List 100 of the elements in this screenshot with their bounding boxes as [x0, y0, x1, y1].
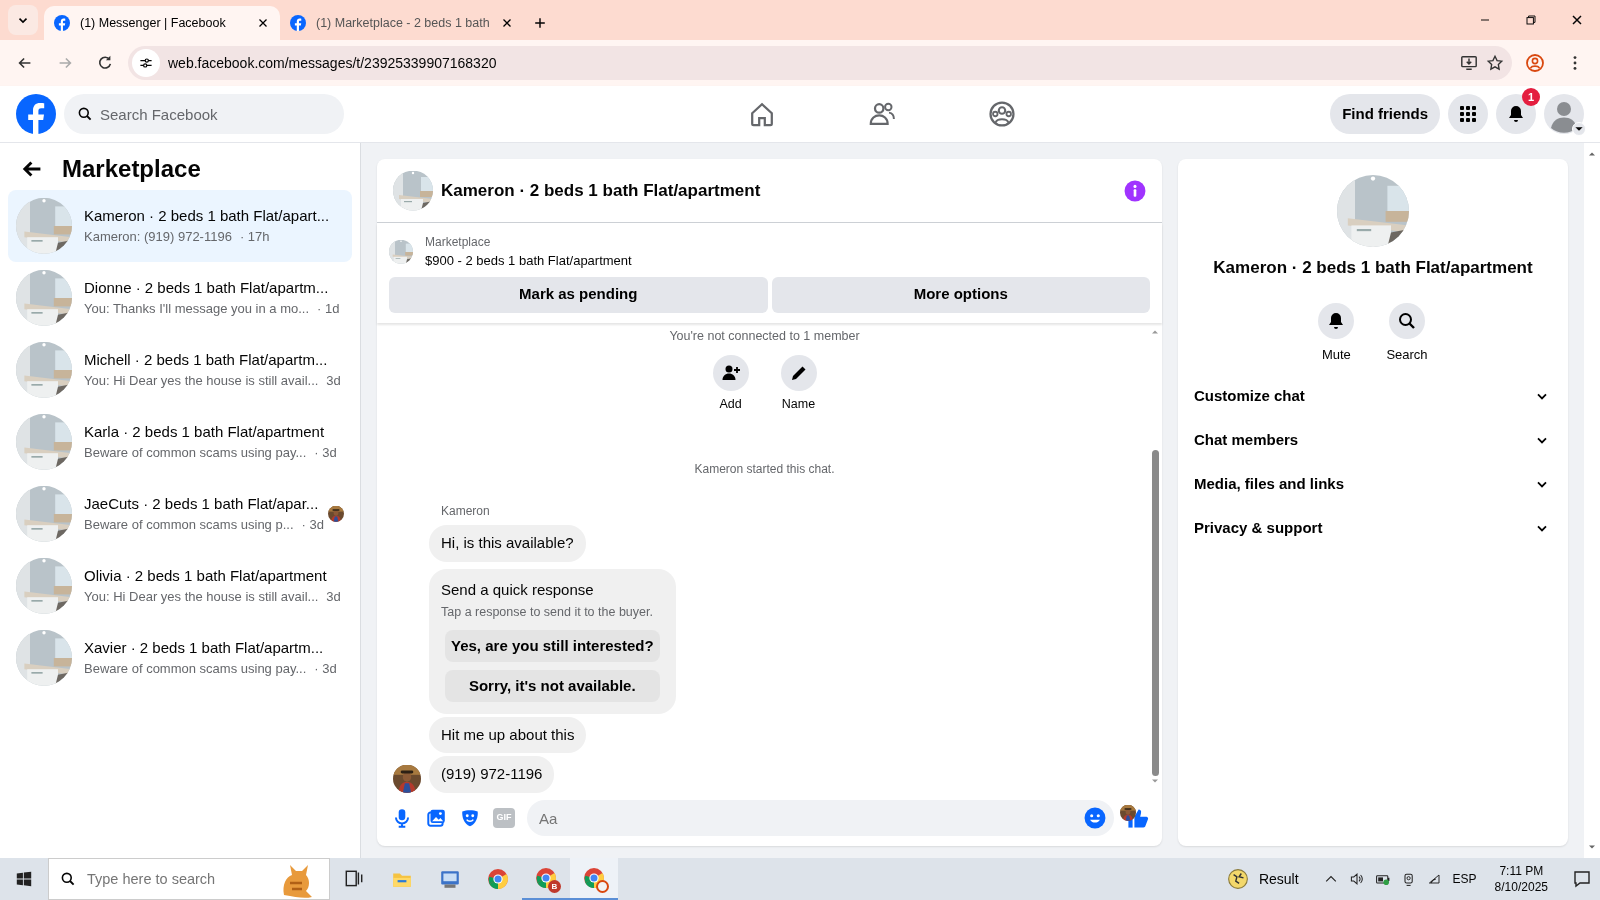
mute-button[interactable] [1318, 302, 1355, 339]
timestamp: 3d [326, 372, 341, 391]
message-input[interactable]: Aa [527, 800, 1114, 836]
profile-icon[interactable] [1525, 53, 1545, 73]
message-bubble: (919) 972-1196 [429, 756, 555, 793]
chat-list-item[interactable]: Olivia · 2 beds 1 bath Flat/apartment You: Hi Dear yes the house is still avail... 3d [8, 549, 352, 622]
conversation-name: Kameron · 2 beds 1 bath Flat/apartment [1213, 257, 1533, 279]
emoji-icon[interactable] [1084, 807, 1106, 829]
chat-list-item[interactable]: Karla · 2 beds 1 bath Flat/apartment Beware of common scams using pay... · 3d [8, 405, 352, 478]
section-toggle[interactable]: Chat members [1194, 418, 1552, 462]
add-person-button[interactable] [712, 355, 749, 392]
bell-icon [1506, 104, 1526, 124]
chat-title: Kameron · 2 beds 1 bath Flat/apartment [441, 179, 762, 202]
monitor-icon [439, 868, 461, 890]
address-bar[interactable]: web.facebook.com/messages/t/23925339907168320 [128, 46, 1512, 80]
button-label: Search [1386, 345, 1428, 364]
notification-badge: 1 [1522, 88, 1540, 106]
notifications-button[interactable] [1496, 94, 1536, 134]
message-preview: Beware of common scams using p... [84, 516, 294, 535]
chat-title: Kameron · 2 beds 1 bath Flat/apart... [84, 205, 331, 226]
browser-icon [583, 867, 605, 889]
search-field[interactable]: Search Facebook [64, 94, 344, 134]
search-icon [1397, 310, 1417, 331]
quick-reply-button[interactable]: Yes, are you still interested? [445, 629, 660, 662]
sidebar-title: Marketplace [62, 155, 201, 184]
chat-title: Dionne · 2 beds 1 bath Flat/apartm... [84, 277, 330, 298]
chat-title: Karla · 2 beds 1 bath Flat/apartment [84, 421, 326, 442]
clock-date[interactable]: 8/10/2025 [1494, 879, 1548, 896]
message-preview: Beware of common scams using pay... [84, 444, 307, 463]
chat-list-item[interactable]: Michell · 2 beds 1 bath Flat/apartm... You: Hi Dear yes the house is still avail... 3d [8, 333, 352, 406]
start-icon[interactable] [15, 870, 33, 888]
weather-icon[interactable] [1226, 868, 1249, 890]
search-icon [77, 106, 93, 122]
message-preview: You: Hi Dear yes the house is still avail... [84, 372, 319, 391]
friends-icon[interactable] [868, 100, 897, 128]
timestamp: · 3d [314, 444, 337, 463]
system-message: Kameron started this chat. [693, 461, 836, 478]
button-label: Add [719, 396, 742, 414]
sticker-icon[interactable] [459, 807, 481, 829]
menu-button[interactable] [1448, 94, 1488, 134]
quick-response-hint: Tap a response to send it to the buyer. [441, 604, 654, 621]
sender-name: Kameron [441, 503, 491, 520]
image-icon[interactable] [425, 807, 447, 829]
timestamp: · 3d [314, 660, 337, 679]
logo-icon[interactable] [16, 94, 56, 134]
notice-text: You're not connected to 1 member [668, 327, 861, 345]
action-button[interactable]: More options [771, 276, 1150, 313]
listing-label: Marketplace [425, 234, 492, 251]
timestamp: · 1d [317, 300, 340, 319]
site-settings-icon[interactable] [138, 55, 154, 71]
button-label: Mute [1321, 345, 1351, 364]
search-button[interactable] [1389, 302, 1425, 339]
language-indicator[interactable]: ESP [1452, 870, 1477, 888]
caret-icon[interactable] [1572, 122, 1586, 136]
section-toggle[interactable]: Media, files and links [1194, 462, 1552, 506]
chat-title: JaeCuts · 2 beds 1 bath Flat/apar... [84, 493, 316, 514]
volume-icon[interactable] [1348, 871, 1365, 887]
timestamp: · 3d [301, 516, 324, 535]
message-preview: You: Thanks I'll message you in a mo... [84, 300, 310, 319]
chat-list-item[interactable]: Dionne · 2 beds 1 bath Flat/apartm... You: Thanks I'll message you in a mo... · 1d [8, 261, 352, 334]
groups-icon[interactable] [988, 100, 1017, 128]
section-toggle[interactable]: Privacy & support [1194, 506, 1552, 550]
button-label: Name [781, 396, 816, 414]
chat-title: Michell · 2 beds 1 bath Flat/apartm... [84, 349, 329, 370]
tab-favicon-icon [54, 15, 70, 31]
reload-icon[interactable] [96, 54, 114, 72]
chat-title: Xavier · 2 beds 1 bath Flat/apartm... [84, 637, 325, 658]
message-preview: You: Hi Dear yes the house is still avail... [84, 588, 319, 607]
chat-list-item[interactable]: Xavier · 2 beds 1 bath Flat/apartm... Beware of common scams using pay... · 3d [8, 621, 352, 694]
message-bubble: Hit me up about this [429, 716, 587, 754]
timestamp: · 17h [239, 228, 270, 247]
taskbar-search-field[interactable]: Type here to search [48, 858, 330, 900]
chat-list-item[interactable]: JaeCuts · 2 beds 1 bath Flat/apar... Beware of common scams using p... · 3d [8, 477, 352, 550]
clock-time[interactable]: 7:11 PM [1494, 862, 1548, 879]
network-icon[interactable] [1426, 871, 1443, 887]
find-friends-button[interactable]: Find friends [1330, 94, 1440, 134]
message-preview: Kameron: (919) 972-1196 [84, 228, 232, 247]
chat-list-item[interactable]: Kameron · 2 beds 1 bath Flat/apart... Kameron: (919) 972-1196 · 17h [8, 189, 352, 262]
browser-icon [487, 868, 509, 890]
notifications-icon[interactable] [1572, 869, 1592, 889]
browser-tab[interactable]: (1) Messenger | Facebook [44, 6, 280, 40]
install-icon[interactable] [1460, 54, 1478, 72]
profile-badge: B [548, 880, 561, 893]
browser-icon [535, 867, 557, 889]
bookmark-star-icon[interactable] [1486, 54, 1504, 72]
edit-button[interactable] [780, 355, 817, 392]
message-bubble: Hi, is this available? [429, 525, 586, 562]
chat-title: Olivia · 2 beds 1 bath Flat/apartment [84, 565, 328, 586]
profile-badge-icon [596, 880, 609, 893]
restore-icon[interactable] [1523, 12, 1539, 28]
message-preview: Beware of common scams using pay... [84, 660, 307, 679]
listing-title: $900 - 2 beds 1 bath Flat/apartment [425, 252, 632, 270]
info-icon[interactable] [1124, 179, 1146, 202]
quick-reply-button[interactable]: Sorry, it's not available. [445, 669, 660, 702]
tab-list-button[interactable] [8, 5, 38, 35]
section-toggle[interactable]: Customize chat [1194, 374, 1552, 418]
action-button[interactable]: Mark as pending [389, 276, 768, 313]
timestamp: 3d [326, 588, 341, 607]
browser-tab[interactable]: (1) Marketplace - 2 beds 1 bath [280, 6, 524, 40]
weather-label[interactable]: Result [1258, 868, 1299, 890]
